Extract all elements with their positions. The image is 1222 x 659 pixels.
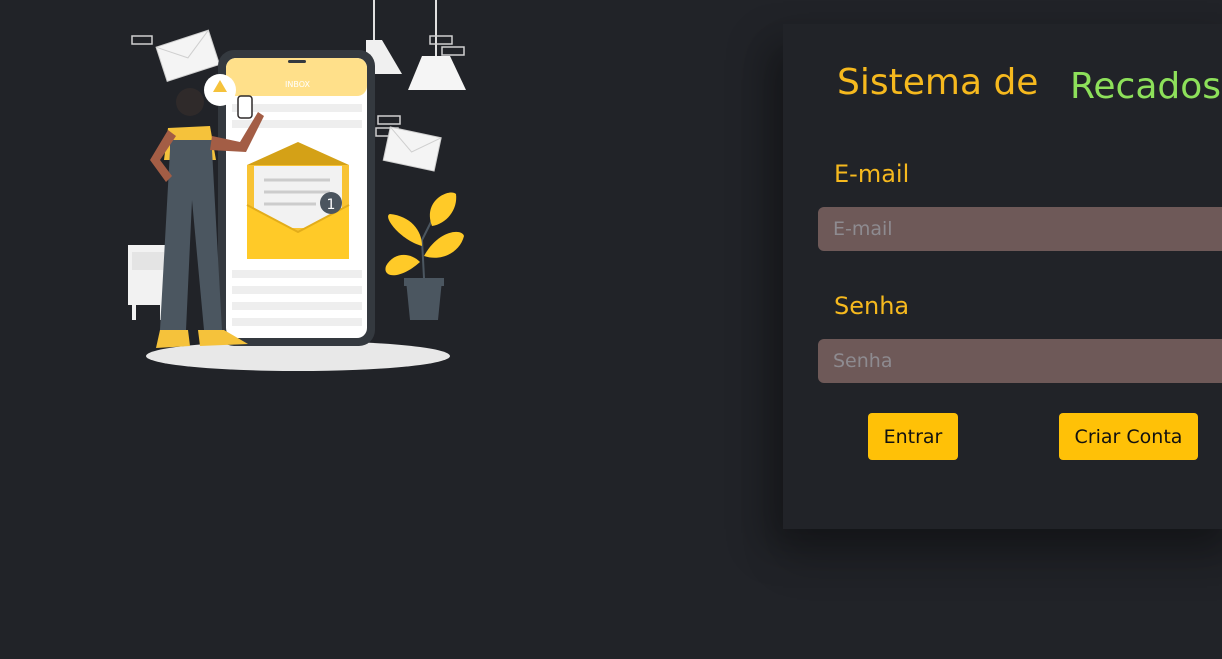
password-label: Senha (834, 292, 910, 320)
email-label: E-mail (834, 160, 910, 188)
password-input[interactable] (818, 339, 1222, 383)
inbox-illustration: INBOX 1 (120, 0, 480, 380)
page-title-part1: Sistema de (837, 62, 1039, 103)
phone-inbox-title: INBOX (285, 80, 310, 89)
login-button[interactable]: Entrar (868, 413, 958, 460)
email-input[interactable] (818, 207, 1222, 251)
notification-count: 1 (327, 197, 336, 213)
page-title-part2: Recados (1070, 66, 1222, 107)
create-account-button[interactable]: Criar Conta (1059, 413, 1198, 460)
login-page: INBOX 1 Sistema de Recados E-mail E-mail… (0, 0, 1222, 659)
